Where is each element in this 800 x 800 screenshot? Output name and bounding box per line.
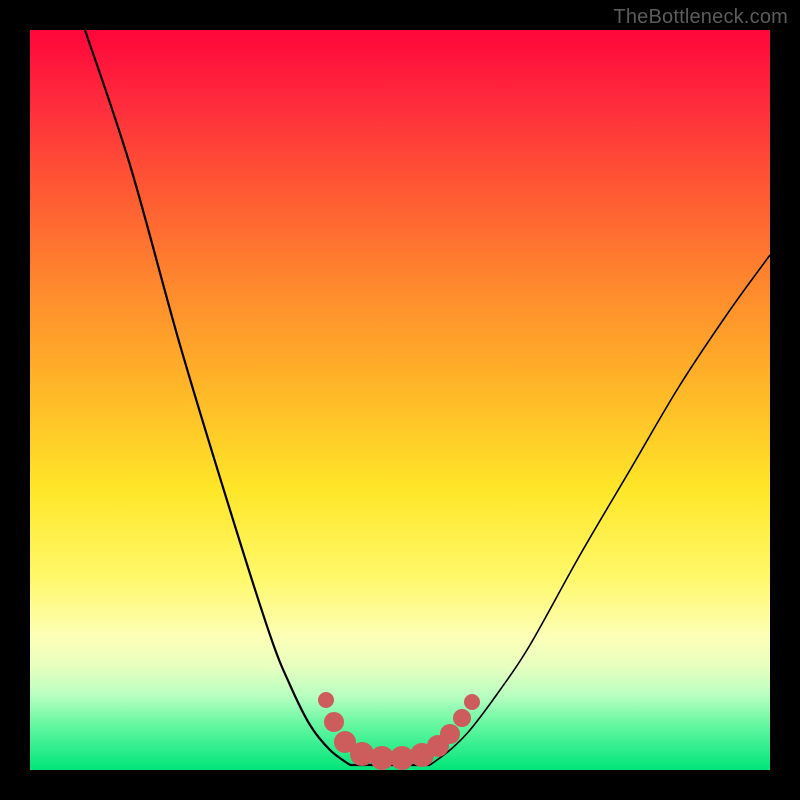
plot-area bbox=[30, 30, 770, 770]
valley-dots bbox=[318, 692, 480, 770]
left-curve bbox=[85, 30, 350, 765]
valley-dot bbox=[453, 709, 471, 727]
valley-dot bbox=[350, 742, 374, 766]
valley-dot bbox=[318, 692, 334, 708]
chart-stage: TheBottleneck.com bbox=[0, 0, 800, 800]
valley-dot bbox=[440, 724, 460, 744]
valley-dot bbox=[324, 712, 344, 732]
valley-dot bbox=[464, 694, 480, 710]
curves-svg bbox=[30, 30, 770, 770]
watermark-text: TheBottleneck.com bbox=[613, 6, 788, 29]
right-curve bbox=[430, 255, 770, 765]
